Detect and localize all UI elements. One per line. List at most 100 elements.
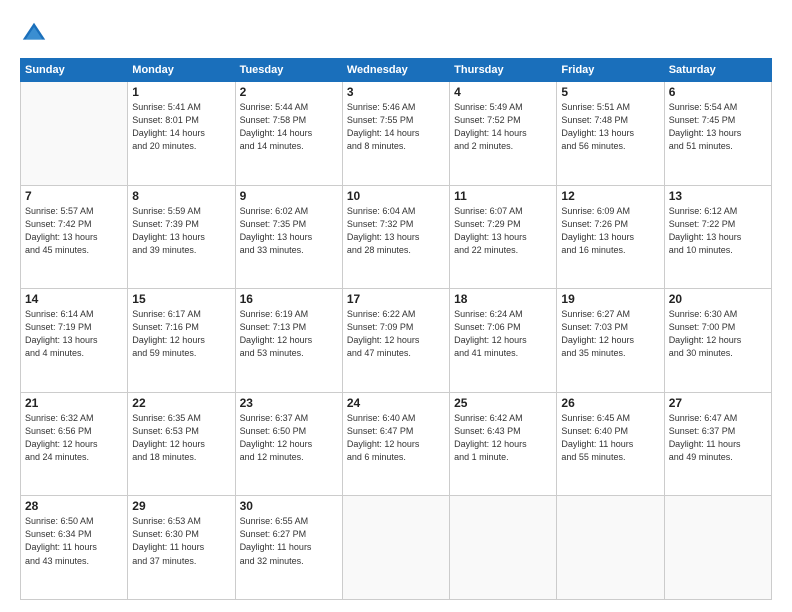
calendar-cell: 19Sunrise: 6:27 AM Sunset: 7:03 PM Dayli… <box>557 289 664 393</box>
cell-info: Sunrise: 6:45 AM Sunset: 6:40 PM Dayligh… <box>561 412 659 464</box>
calendar-cell: 11 Sunrise: 6:07 AM Sunset: 7:29 PM Dayli… <box>450 185 557 289</box>
calendar-week-row: 14 Sunrise: 6:14 AM Sunset: 7:19 PM Dayli… <box>21 289 772 393</box>
header <box>20 16 772 48</box>
calendar-cell: 18 Sunrise: 6:24 AM Sunset: 7:06 PM Dayli… <box>450 289 557 393</box>
calendar-cell: 1 Sunrise: 5:41 AM Sunset: 8:01 PM Daylig… <box>128 82 235 186</box>
calendar-cell: 24 Sunrise: 6:40 AM Sunset: 6:47 PM Dayli… <box>342 392 449 496</box>
day-number: 16 <box>240 292 338 306</box>
cell-info: Sunrise: 5:57 AM Sunset: 7:42 PM Dayligh… <box>25 205 123 257</box>
day-number: 27 <box>669 396 767 410</box>
cell-info: Sunrise: 6:55 AM Sunset: 6:27 PM Dayligh… <box>240 515 338 567</box>
cell-info: Sunrise: 5:44 AM Sunset: 7:58 PM Dayligh… <box>240 101 338 153</box>
cell-info: Sunrise: 6:37 AM Sunset: 6:50 PM Dayligh… <box>240 412 338 464</box>
day-number: 11 <box>454 189 552 203</box>
calendar-cell: 17 Sunrise: 6:22 AM Sunset: 7:09 PM Dayli… <box>342 289 449 393</box>
calendar-cell <box>342 496 449 600</box>
calendar-cell: 8 Sunrise: 5:59 AM Sunset: 7:39 PM Daylig… <box>128 185 235 289</box>
day-number: 28 <box>25 499 123 513</box>
cell-info: Sunrise: 6:32 AM Sunset: 6:56 PM Dayligh… <box>25 412 123 464</box>
cell-info: Sunrise: 6:47 AM Sunset: 6:37 PM Dayligh… <box>669 412 767 464</box>
cell-info: Sunrise: 6:19 AM Sunset: 7:13 PM Dayligh… <box>240 308 338 360</box>
calendar-cell: 25 Sunrise: 6:42 AM Sunset: 6:43 PM Dayli… <box>450 392 557 496</box>
calendar-header-thursday: Thursday <box>450 59 557 82</box>
calendar-cell: 7 Sunrise: 5:57 AM Sunset: 7:42 PM Daylig… <box>21 185 128 289</box>
calendar-cell: 14 Sunrise: 6:14 AM Sunset: 7:19 PM Dayli… <box>21 289 128 393</box>
calendar-week-row: 28 Sunrise: 6:50 AM Sunset: 6:34 PM Dayli… <box>21 496 772 600</box>
day-number: 13 <box>669 189 767 203</box>
calendar-cell: 30 Sunrise: 6:55 AM Sunset: 6:27 PM Dayli… <box>235 496 342 600</box>
page: SundayMondayTuesdayWednesdayThursdayFrid… <box>0 0 792 612</box>
calendar-cell: 10Sunrise: 6:04 AM Sunset: 7:32 PM Dayli… <box>342 185 449 289</box>
day-number: 20 <box>669 292 767 306</box>
calendar-cell: 28 Sunrise: 6:50 AM Sunset: 6:34 PM Dayli… <box>21 496 128 600</box>
calendar-week-row: 21Sunrise: 6:32 AM Sunset: 6:56 PM Dayli… <box>21 392 772 496</box>
calendar-cell: 6Sunrise: 5:54 AM Sunset: 7:45 PM Daylig… <box>664 82 771 186</box>
calendar-header-monday: Monday <box>128 59 235 82</box>
day-number: 23 <box>240 396 338 410</box>
cell-info: Sunrise: 5:59 AM Sunset: 7:39 PM Dayligh… <box>132 205 230 257</box>
day-number: 4 <box>454 85 552 99</box>
calendar-cell: 21Sunrise: 6:32 AM Sunset: 6:56 PM Dayli… <box>21 392 128 496</box>
calendar-cell: 16 Sunrise: 6:19 AM Sunset: 7:13 PM Dayli… <box>235 289 342 393</box>
cell-info: Sunrise: 5:49 AM Sunset: 7:52 PM Dayligh… <box>454 101 552 153</box>
day-number: 9 <box>240 189 338 203</box>
calendar-cell <box>21 82 128 186</box>
day-number: 12 <box>561 189 659 203</box>
day-number: 25 <box>454 396 552 410</box>
calendar-week-row: 7 Sunrise: 5:57 AM Sunset: 7:42 PM Daylig… <box>21 185 772 289</box>
cell-info: Sunrise: 6:14 AM Sunset: 7:19 PM Dayligh… <box>25 308 123 360</box>
logo <box>20 20 52 48</box>
day-number: 15 <box>132 292 230 306</box>
day-number: 6 <box>669 85 767 99</box>
day-number: 18 <box>454 292 552 306</box>
logo-icon <box>20 20 48 48</box>
calendar-cell: 22Sunrise: 6:35 AM Sunset: 6:53 PM Dayli… <box>128 392 235 496</box>
day-number: 26 <box>561 396 659 410</box>
cell-info: Sunrise: 5:51 AM Sunset: 7:48 PM Dayligh… <box>561 101 659 153</box>
calendar-cell <box>557 496 664 600</box>
cell-info: Sunrise: 6:07 AM Sunset: 7:29 PM Dayligh… <box>454 205 552 257</box>
calendar-cell <box>450 496 557 600</box>
cell-info: Sunrise: 6:24 AM Sunset: 7:06 PM Dayligh… <box>454 308 552 360</box>
calendar-header-sunday: Sunday <box>21 59 128 82</box>
cell-info: Sunrise: 6:35 AM Sunset: 6:53 PM Dayligh… <box>132 412 230 464</box>
calendar-header-tuesday: Tuesday <box>235 59 342 82</box>
cell-info: Sunrise: 5:41 AM Sunset: 8:01 PM Dayligh… <box>132 101 230 153</box>
calendar-cell: 4 Sunrise: 5:49 AM Sunset: 7:52 PM Daylig… <box>450 82 557 186</box>
calendar-header-friday: Friday <box>557 59 664 82</box>
calendar-cell: 3Sunrise: 5:46 AM Sunset: 7:55 PM Daylig… <box>342 82 449 186</box>
cell-info: Sunrise: 6:50 AM Sunset: 6:34 PM Dayligh… <box>25 515 123 567</box>
day-number: 24 <box>347 396 445 410</box>
cell-info: Sunrise: 5:46 AM Sunset: 7:55 PM Dayligh… <box>347 101 445 153</box>
calendar-week-row: 1 Sunrise: 5:41 AM Sunset: 8:01 PM Daylig… <box>21 82 772 186</box>
calendar-cell: 29Sunrise: 6:53 AM Sunset: 6:30 PM Dayli… <box>128 496 235 600</box>
calendar-cell: 13 Sunrise: 6:12 AM Sunset: 7:22 PM Dayli… <box>664 185 771 289</box>
day-number: 30 <box>240 499 338 513</box>
calendar-cell: 12 Sunrise: 6:09 AM Sunset: 7:26 PM Dayli… <box>557 185 664 289</box>
calendar-cell <box>664 496 771 600</box>
cell-info: Sunrise: 6:04 AM Sunset: 7:32 PM Dayligh… <box>347 205 445 257</box>
cell-info: Sunrise: 6:30 AM Sunset: 7:00 PM Dayligh… <box>669 308 767 360</box>
cell-info: Sunrise: 6:02 AM Sunset: 7:35 PM Dayligh… <box>240 205 338 257</box>
day-number: 1 <box>132 85 230 99</box>
cell-info: Sunrise: 6:09 AM Sunset: 7:26 PM Dayligh… <box>561 205 659 257</box>
calendar-cell: 15Sunrise: 6:17 AM Sunset: 7:16 PM Dayli… <box>128 289 235 393</box>
day-number: 7 <box>25 189 123 203</box>
calendar-cell: 9 Sunrise: 6:02 AM Sunset: 7:35 PM Daylig… <box>235 185 342 289</box>
cell-info: Sunrise: 6:40 AM Sunset: 6:47 PM Dayligh… <box>347 412 445 464</box>
calendar-table: SundayMondayTuesdayWednesdayThursdayFrid… <box>20 58 772 600</box>
calendar-cell: 26 Sunrise: 6:45 AM Sunset: 6:40 PM Dayli… <box>557 392 664 496</box>
calendar-header-row: SundayMondayTuesdayWednesdayThursdayFrid… <box>21 59 772 82</box>
day-number: 14 <box>25 292 123 306</box>
calendar-cell: 23 Sunrise: 6:37 AM Sunset: 6:50 PM Dayli… <box>235 392 342 496</box>
day-number: 17 <box>347 292 445 306</box>
calendar-header-saturday: Saturday <box>664 59 771 82</box>
day-number: 8 <box>132 189 230 203</box>
cell-info: Sunrise: 6:12 AM Sunset: 7:22 PM Dayligh… <box>669 205 767 257</box>
cell-info: Sunrise: 6:27 AM Sunset: 7:03 PM Dayligh… <box>561 308 659 360</box>
cell-info: Sunrise: 6:53 AM Sunset: 6:30 PM Dayligh… <box>132 515 230 567</box>
calendar-cell: 27 Sunrise: 6:47 AM Sunset: 6:37 PM Dayli… <box>664 392 771 496</box>
cell-info: Sunrise: 6:22 AM Sunset: 7:09 PM Dayligh… <box>347 308 445 360</box>
day-number: 2 <box>240 85 338 99</box>
cell-info: Sunrise: 6:42 AM Sunset: 6:43 PM Dayligh… <box>454 412 552 464</box>
